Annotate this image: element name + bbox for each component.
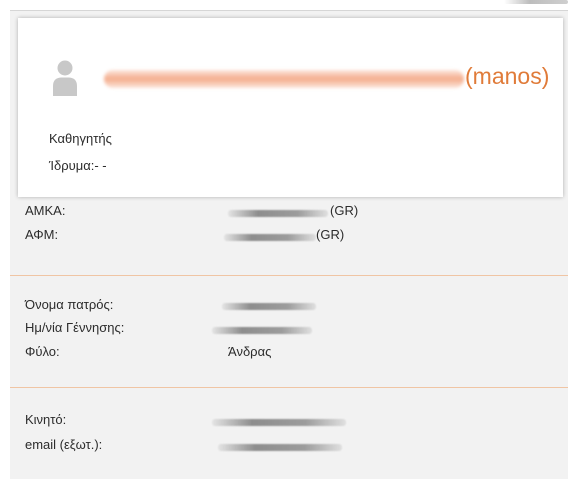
section-separator-2 [10,387,568,388]
user-avatar-icon [52,58,78,98]
role-label: Καθηγητής [49,131,112,146]
profile-page: (manos) Καθηγητής Ίδρυμα:- - ΑΜΚΑ: (GR) … [0,0,572,479]
redacted-email-address [218,444,342,451]
username-label: (manos) [465,63,550,89]
redacted-birth-date [212,327,312,334]
gender-value: Άνδρας [228,344,272,359]
redacted-father-name [222,303,316,310]
redacted-afm-value [224,234,316,241]
profile-card: (manos) Καθηγητής Ίδρυμα:- - [18,18,563,197]
afm-country-suffix: (GR) [316,227,345,242]
afm-label: ΑΦΜ: [25,227,59,242]
redacted-amka-value [228,210,328,217]
redacted-mobile-number [212,419,346,426]
redacted-full-name [104,70,464,88]
cropped-header-fragment [504,0,568,4]
amka-label: ΑΜΚΑ: [25,203,66,218]
mobile-label: Κινητό: [25,412,67,427]
amka-country-suffix: (GR) [330,203,359,218]
gender-label: Φύλο: [25,344,60,359]
email-label: email (εξωτ.): [25,437,103,452]
father-name-label: Όνομα πατρός: [25,297,114,312]
institution-label: Ίδρυμα:- - [49,158,107,173]
birth-date-label: Ημ/νία Γέννησης: [25,320,125,335]
section-separator-1 [10,275,568,276]
